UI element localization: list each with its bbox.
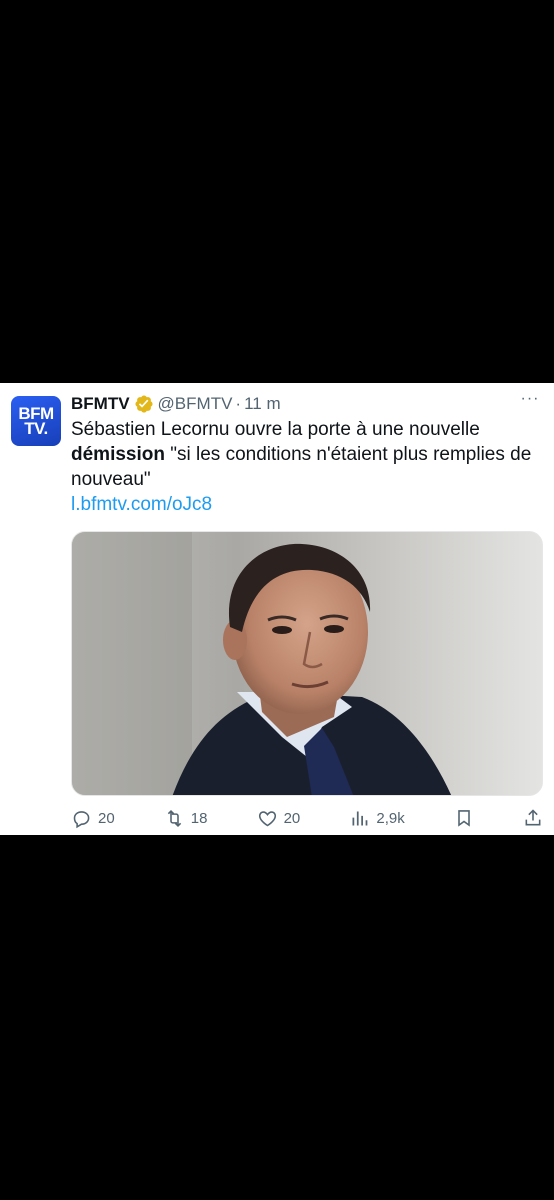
tweet-image[interactable] (71, 531, 543, 796)
portrait-photo (72, 532, 542, 795)
retweet-button[interactable]: 18 (164, 808, 208, 829)
retweet-icon (167, 809, 181, 827)
share-button[interactable] (523, 808, 543, 828)
more-icon[interactable]: ··· (520, 391, 540, 413)
timestamp[interactable]: 11 m (244, 394, 281, 414)
avatar[interactable]: BFM TV. (11, 396, 61, 446)
views-count: 2,9k (376, 809, 405, 827)
bottom-black-area (0, 835, 554, 1200)
like-count: 20 (283, 809, 301, 827)
separator-dot: · (235, 394, 242, 413)
tweet-text-part1: Sébastien Lecornu ouvre la porte à une n… (71, 419, 480, 440)
bookmark-icon (458, 810, 470, 827)
share-icon (525, 809, 541, 826)
tweet-header: BFMTV @BFMTV · 11 m (71, 392, 281, 416)
avatar-text-line2: TV. (24, 419, 48, 438)
like-icon (258, 810, 276, 826)
tweet-text: Sébastien Lecornu ouvre la porte à une n… (71, 417, 541, 517)
views-button[interactable]: 2,9k (349, 808, 405, 829)
views-icon (352, 811, 368, 825)
verified-badge-icon (135, 395, 153, 413)
reply-button[interactable]: 20 (71, 808, 115, 829)
retweet-count: 18 (190, 809, 208, 827)
tweet-actions: 20 18 20 2,9k (71, 803, 543, 833)
tweet-card[interactable]: BFM TV. BFMTV @BFMTV · 11 m ··· Sébastie… (0, 383, 554, 835)
tweet-text-bold: démission (71, 444, 165, 465)
bookmark-button[interactable] (454, 808, 474, 828)
handle[interactable]: @BFMTV (158, 394, 233, 414)
tweet-link[interactable]: l.bfmtv.com/oJc8 (71, 492, 541, 517)
top-black-area (0, 0, 554, 383)
reply-count: 20 (98, 809, 115, 827)
like-button[interactable]: 20 (257, 808, 301, 829)
display-name[interactable]: BFMTV (71, 394, 130, 414)
reply-icon (73, 810, 90, 828)
